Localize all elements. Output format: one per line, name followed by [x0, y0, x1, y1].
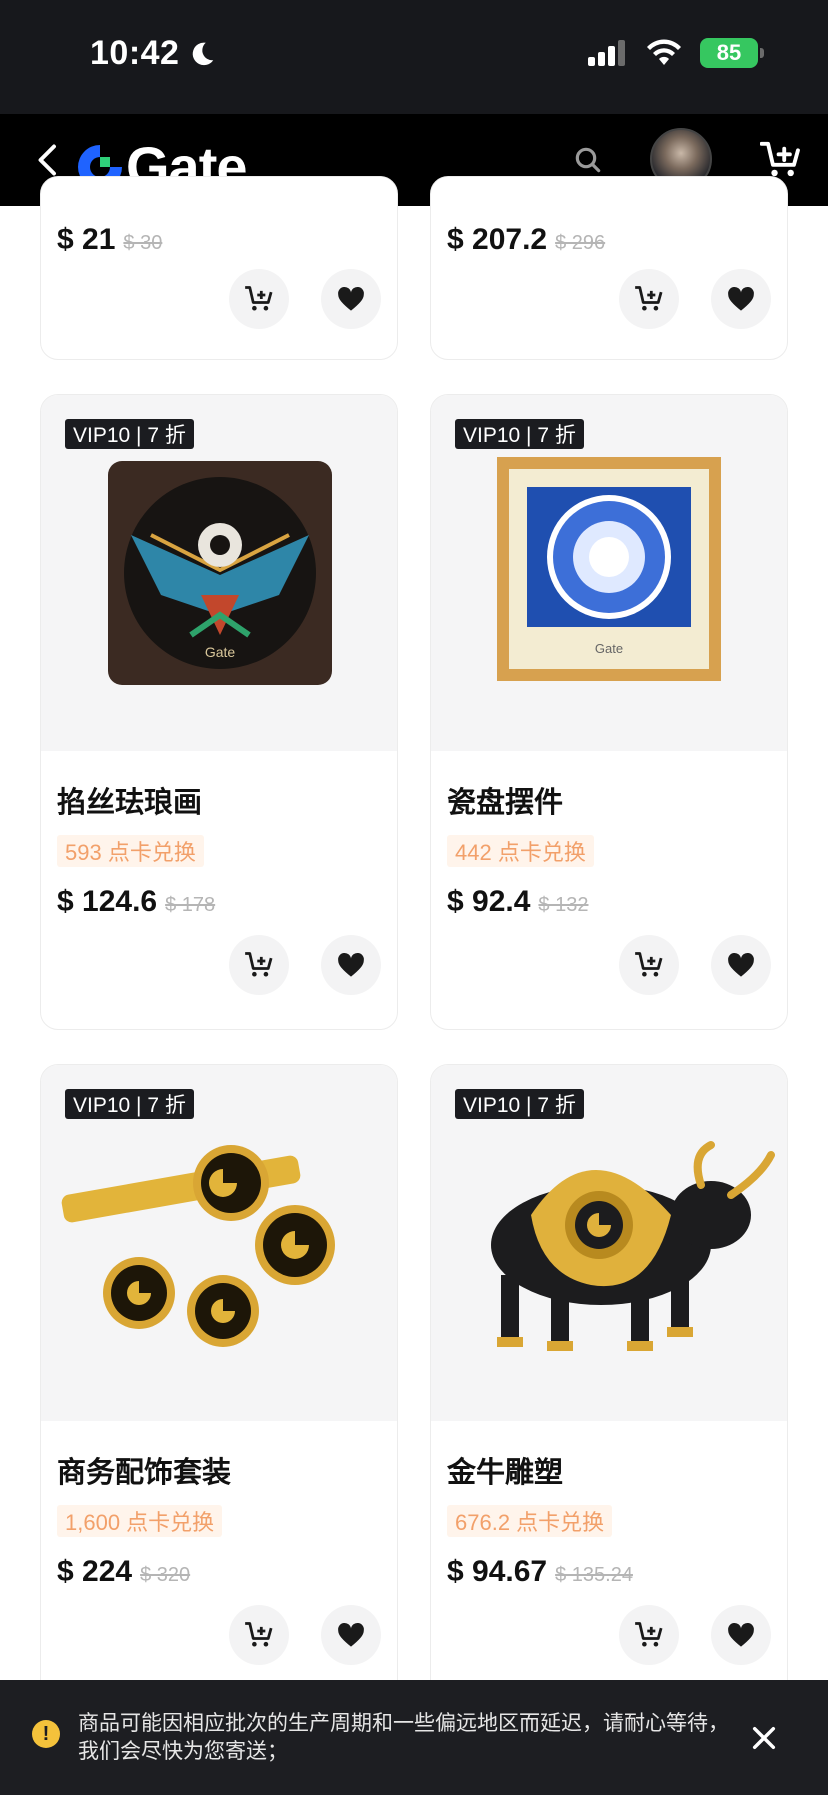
current-price: $ 224	[57, 1555, 133, 1588]
price-row: $ 92.4 $ 132	[447, 885, 588, 919]
price-row: $ 124.6 $ 178	[57, 885, 215, 919]
current-price: $ 124.6	[57, 885, 158, 918]
wifi-icon	[647, 39, 681, 65]
add-cart-icon	[245, 952, 273, 977]
product-card[interactable]: $ 21 $ 30	[40, 176, 398, 360]
vip-discount-badge: VIP10 | 7 折	[65, 419, 194, 449]
favorite-button[interactable]	[711, 1605, 771, 1665]
product-card[interactable]: VIP10 | 7 折 商务配饰套装 1,600 点卡兑换 $ 224 $ 32…	[40, 1064, 398, 1700]
original-price: $ 296	[555, 232, 606, 254]
original-price: $ 320	[140, 1564, 191, 1586]
add-to-cart-button[interactable]	[229, 1605, 289, 1665]
original-price: $ 135.24	[555, 1564, 633, 1586]
product-title[interactable]: 商务配饰套装	[57, 1449, 231, 1491]
notice-text: 商品可能因相应批次的生产周期和一些偏远地区而延迟，请耐心等待，我们会尽快为您寄送…	[78, 1712, 729, 1763]
add-cart-icon	[635, 286, 663, 311]
close-icon[interactable]	[748, 1722, 780, 1754]
add-to-cart-button[interactable]	[619, 1605, 679, 1665]
vip-discount-badge: VIP10 | 7 折	[455, 1089, 584, 1119]
heart-icon	[338, 1622, 364, 1647]
cart-icon[interactable]	[760, 140, 802, 180]
product-card[interactable]: VIP10 | 7 折 金牛雕塑 676.2 点卡兑换 $ 94.67 $ 13…	[430, 1064, 788, 1700]
points-exchange-tag: 1,600 点卡兑换	[57, 1505, 223, 1537]
product-image[interactable]: VIP10 | 7 折	[41, 1065, 397, 1421]
battery-indicator: 85	[700, 38, 764, 68]
product-image[interactable]: Gate VIP10 | 7 折	[41, 395, 397, 751]
favorite-button[interactable]	[321, 1605, 381, 1665]
heart-icon	[728, 952, 754, 977]
favorite-button[interactable]	[321, 269, 381, 329]
signal-icon	[588, 40, 625, 66]
price-row: $ 94.67 $ 135.24	[447, 1555, 633, 1589]
product-card[interactable]: Gate VIP10 | 7 折 瓷盘摆件 442 点卡兑换 $ 92.4 $ …	[430, 394, 788, 1030]
battery-level: 85	[716, 40, 742, 65]
product-card[interactable]: Gate VIP10 | 7 折 掐丝珐琅画 593 点卡兑换 $ 124.6 …	[40, 394, 398, 1030]
product-image[interactable]: Gate VIP10 | 7 折	[431, 395, 787, 751]
heart-icon	[338, 952, 364, 977]
warning-icon: !	[32, 1720, 60, 1748]
status-bar: 10:42 85	[0, 0, 828, 114]
status-time: 10:42	[90, 34, 217, 73]
svg-text:Gate: Gate	[595, 641, 623, 656]
add-cart-icon	[245, 286, 273, 311]
add-to-cart-button[interactable]	[619, 935, 679, 995]
current-price: $ 94.67	[447, 1555, 548, 1588]
add-cart-icon	[635, 952, 663, 977]
vip-discount-badge: VIP10 | 7 折	[455, 419, 584, 449]
product-title[interactable]: 金牛雕塑	[447, 1449, 563, 1491]
heart-icon	[338, 286, 364, 311]
original-price: $ 178	[165, 894, 216, 916]
favorite-button[interactable]	[321, 935, 381, 995]
product-card[interactable]: $ 207.2 $ 296	[430, 176, 788, 360]
product-title[interactable]: 瓷盘摆件	[447, 779, 563, 821]
price-row: $ 21 $ 30	[57, 223, 162, 257]
favorite-button[interactable]	[711, 935, 771, 995]
add-cart-icon	[635, 1622, 663, 1647]
price-row: $ 207.2 $ 296	[447, 223, 605, 257]
original-price: $ 132	[538, 894, 589, 916]
price-row: $ 224 $ 320	[57, 1555, 190, 1589]
add-to-cart-button[interactable]	[619, 269, 679, 329]
points-exchange-tag: 442 点卡兑换	[447, 835, 594, 867]
svg-text:Gate: Gate	[205, 644, 236, 660]
heart-icon	[728, 286, 754, 311]
points-exchange-tag: 676.2 点卡兑换	[447, 1505, 613, 1537]
add-cart-icon	[245, 1622, 273, 1647]
product-image[interactable]: VIP10 | 7 折	[431, 1065, 787, 1421]
time-text: 10:42	[90, 34, 180, 72]
search-icon[interactable]	[572, 144, 604, 176]
moon-icon	[193, 42, 214, 65]
current-price: $ 92.4	[447, 885, 531, 918]
back-icon[interactable]	[30, 142, 66, 178]
add-to-cart-button[interactable]	[229, 935, 289, 995]
current-price: $ 207.2	[447, 223, 548, 256]
points-exchange-tag: 593 点卡兑换	[57, 835, 204, 867]
original-price: $ 30	[123, 232, 163, 254]
vip-discount-badge: VIP10 | 7 折	[65, 1089, 194, 1119]
favorite-button[interactable]	[711, 269, 771, 329]
current-price: $ 21	[57, 223, 116, 256]
product-title[interactable]: 掐丝珐琅画	[57, 779, 202, 821]
heart-icon	[728, 1622, 754, 1647]
notice-banner: ! 商品可能因相应批次的生产周期和一些偏远地区而延迟，请耐心等待，我们会尽快为您…	[0, 1680, 828, 1795]
status-indicators: 85	[588, 38, 764, 68]
add-to-cart-button[interactable]	[229, 269, 289, 329]
